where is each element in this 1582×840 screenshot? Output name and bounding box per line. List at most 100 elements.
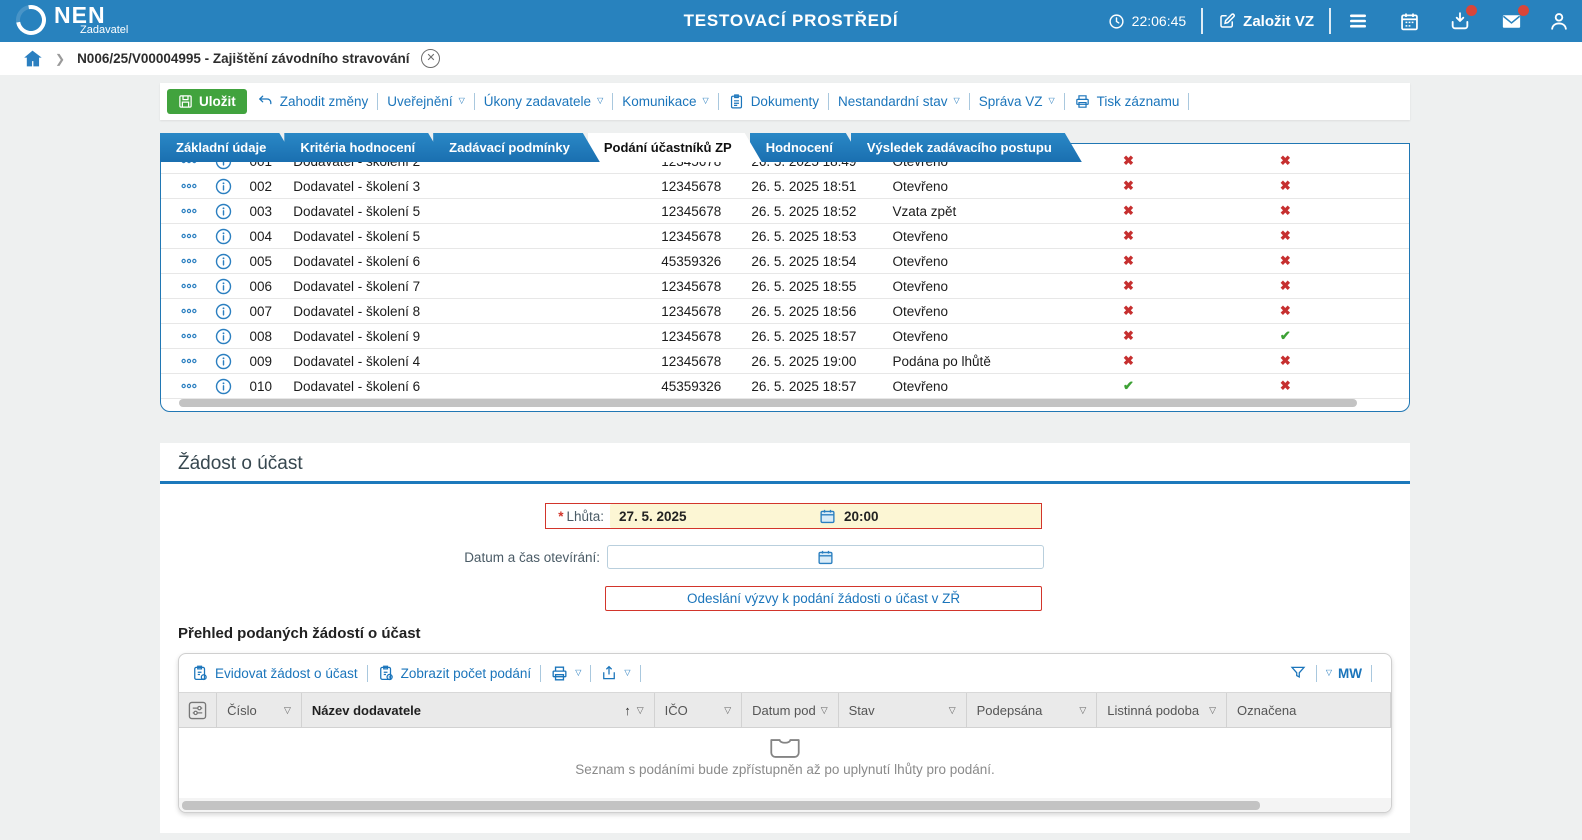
- column-header-stav[interactable]: Stav▽: [839, 693, 967, 727]
- horizontal-scrollbar[interactable]: [179, 399, 1357, 407]
- downloads-indicator[interactable]: [1449, 10, 1471, 32]
- more-actions-icon[interactable]: [181, 257, 215, 265]
- more-actions-icon[interactable]: [181, 282, 215, 290]
- column-header-ico[interactable]: IČO▽: [655, 693, 743, 727]
- row-actions-cell[interactable]: [181, 357, 215, 365]
- column-header-podepsana[interactable]: Podepsána▽: [967, 693, 1098, 727]
- more-actions-icon[interactable]: [181, 207, 215, 215]
- filter-dropdown-icon[interactable]: ▽: [821, 705, 828, 716]
- toolbar-item-sprava-vz[interactable]: Správa VZ▽: [979, 94, 1055, 109]
- info-icon[interactable]: [215, 303, 249, 320]
- opening-input[interactable]: [607, 545, 1044, 569]
- info-icon[interactable]: [215, 203, 249, 220]
- tab-zakladni-udaje[interactable]: Základní údaje: [160, 133, 296, 162]
- more-actions-icon[interactable]: [181, 232, 215, 240]
- info-icon[interactable]: [215, 253, 249, 270]
- info-icon[interactable]: [215, 328, 249, 345]
- filter-dropdown-icon[interactable]: ▽: [724, 705, 731, 716]
- filter-dropdown-icon[interactable]: ▽: [1079, 705, 1086, 716]
- info-icon[interactable]: [215, 353, 249, 370]
- column-header-nazev-dodavatele[interactable]: Název dodavatele↑▽: [302, 693, 655, 727]
- calendar-icon[interactable]: [1399, 11, 1420, 32]
- table-row[interactable]: 007Dodavatel - školení 81234567826. 5. 2…: [161, 299, 1409, 324]
- row-actions-cell[interactable]: [181, 382, 215, 390]
- row-info-cell[interactable]: [215, 253, 249, 270]
- info-icon[interactable]: [215, 228, 249, 245]
- more-actions-icon[interactable]: [181, 332, 215, 340]
- horizontal-scrollbar[interactable]: [182, 801, 1260, 810]
- messages-indicator[interactable]: [1500, 10, 1523, 33]
- tab-zadavaci-podminky[interactable]: Zadávací podmínky: [433, 133, 600, 162]
- filter-dropdown-icon[interactable]: ▽: [1209, 705, 1216, 716]
- filter-button[interactable]: [1289, 664, 1307, 682]
- menu-icon[interactable]: [1346, 9, 1370, 33]
- row-actions-cell[interactable]: [181, 307, 215, 315]
- toolbar-item-komunikace[interactable]: Komunikace▽: [622, 94, 708, 109]
- user-icon[interactable]: [1548, 10, 1570, 32]
- toolbar-item-uverejneni[interactable]: Uveřejnění▽: [387, 94, 464, 109]
- toolbar-item-dokumenty[interactable]: Dokumenty: [728, 93, 819, 110]
- evidovat-zadost-button[interactable]: Evidovat žádost o účast: [191, 664, 358, 682]
- table-row[interactable]: 010Dodavatel - školení 64535932626. 5. 2…: [161, 374, 1409, 399]
- info-icon[interactable]: [215, 278, 249, 295]
- close-icon[interactable]: ✕: [421, 49, 440, 68]
- row-info-cell[interactable]: [215, 203, 249, 220]
- tab-podani-ucastniku-zp[interactable]: Podání účastníků ZP: [588, 133, 762, 162]
- row-info-cell[interactable]: [215, 328, 249, 345]
- export-button[interactable]: ▽: [600, 664, 630, 682]
- table-row[interactable]: 004Dodavatel - školení 51234567826. 5. 2…: [161, 224, 1409, 249]
- info-icon[interactable]: [215, 378, 249, 395]
- row-actions-cell[interactable]: [181, 182, 215, 190]
- breadcrumb-item[interactable]: N006/25/V00004995 - Zajištění závodního …: [77, 51, 409, 66]
- row-actions-cell[interactable]: [181, 232, 215, 240]
- column-header-oznacena[interactable]: Označena: [1227, 693, 1391, 727]
- table-row[interactable]: 005Dodavatel - školení 64535932626. 5. 2…: [161, 249, 1409, 274]
- column-header-listinna-podoba[interactable]: Listinná podoba▽: [1097, 693, 1227, 727]
- save-button[interactable]: Uložit: [167, 89, 247, 114]
- row-actions-cell[interactable]: [181, 257, 215, 265]
- deadline-input[interactable]: 27. 5. 2025 20:00: [610, 504, 1041, 528]
- row-info-cell[interactable]: [215, 228, 249, 245]
- row-info-cell[interactable]: [215, 378, 249, 395]
- more-actions-icon[interactable]: [181, 307, 215, 315]
- row-actions-cell[interactable]: [181, 207, 215, 215]
- nen-logo[interactable]: NEN Zadavatel: [16, 4, 128, 36]
- tab-hodnoceni[interactable]: Hodnocení: [750, 133, 863, 162]
- tab-kriteria-hodnoceni[interactable]: Kritéria hodnocení: [284, 133, 445, 162]
- toolbar-item-tisk-zaznamu[interactable]: Tisk záznamu: [1074, 93, 1180, 110]
- column-header-datum-podani[interactable]: Datum podání▽: [742, 693, 839, 727]
- deadline-time-value[interactable]: 20:00: [844, 509, 879, 524]
- toolbar-item-zahodit-zmeny[interactable]: Zahodit změny: [257, 93, 369, 110]
- row-info-cell[interactable]: [215, 353, 249, 370]
- more-actions-icon[interactable]: [181, 357, 215, 365]
- calendar-picker-icon[interactable]: [819, 508, 836, 525]
- send-invitation-button[interactable]: Odeslání výzvy k podání žádosti o účast …: [605, 586, 1042, 611]
- table-row[interactable]: 009Dodavatel - školení 41234567826. 5. 2…: [161, 349, 1409, 374]
- table-row[interactable]: 008Dodavatel - školení 91234567826. 5. 2…: [161, 324, 1409, 349]
- zobrazit-pocet-button[interactable]: Zobrazit počet podání: [377, 664, 532, 682]
- column-config-cell[interactable]: [179, 693, 217, 727]
- deadline-date-value[interactable]: 27. 5. 2025: [610, 509, 819, 524]
- table-row[interactable]: 003Dodavatel - školení 51234567826. 5. 2…: [161, 199, 1409, 224]
- filter-dropdown-icon[interactable]: ▽: [949, 705, 956, 716]
- tab-vysledek-zadavaciho-postupu[interactable]: Výsledek zadávacího postupu: [851, 133, 1082, 162]
- column-header-cislo[interactable]: Číslo▽: [217, 693, 302, 727]
- row-info-cell[interactable]: [215, 303, 249, 320]
- row-actions-cell[interactable]: [181, 282, 215, 290]
- mw-toggle[interactable]: ▽MW: [1326, 666, 1362, 681]
- row-info-cell[interactable]: [215, 178, 249, 195]
- more-actions-icon[interactable]: [181, 182, 215, 190]
- row-info-cell[interactable]: [215, 278, 249, 295]
- print-table-button[interactable]: ▽: [550, 664, 581, 683]
- home-icon[interactable]: [22, 48, 43, 69]
- table-row[interactable]: 006Dodavatel - školení 71234567826. 5. 2…: [161, 274, 1409, 299]
- calendar-picker-icon[interactable]: [817, 549, 834, 566]
- filter-dropdown-icon[interactable]: ▽: [284, 705, 291, 716]
- create-vz-button[interactable]: Založit VZ: [1218, 12, 1314, 30]
- row-actions-cell[interactable]: [181, 332, 215, 340]
- more-actions-icon[interactable]: [181, 382, 215, 390]
- toolbar-item-nestandardni-stav[interactable]: Nestandardní stav▽: [838, 94, 960, 109]
- toolbar-item-ukony-zadavatele[interactable]: Úkony zadavatele▽: [484, 94, 603, 109]
- info-icon[interactable]: [215, 178, 249, 195]
- filter-dropdown-icon[interactable]: ▽: [637, 705, 644, 716]
